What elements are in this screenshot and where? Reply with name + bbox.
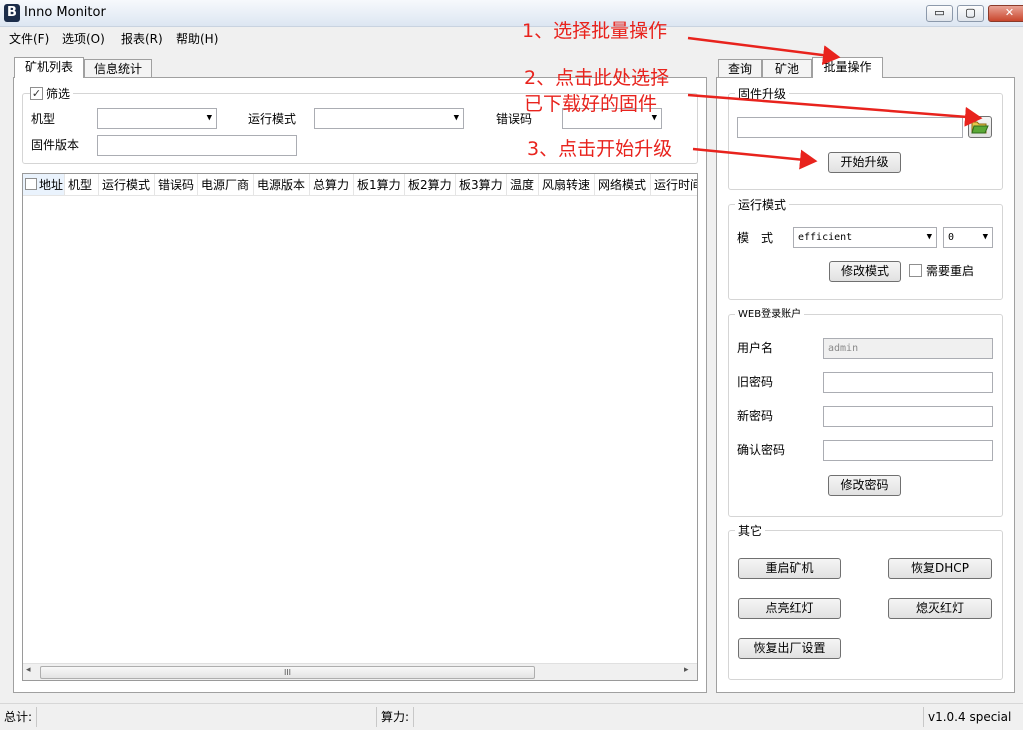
run-mode-filter-select[interactable]: ▼ [314,108,464,129]
start-upgrade-button[interactable]: 开始升级 [828,152,901,173]
filter-checkbox[interactable]: ✓ [30,87,43,100]
column-header-uptime[interactable]: 运行时间 [651,174,697,195]
column-header-board2-hashrate[interactable]: 板2算力 [405,174,456,195]
reboot-miner-button[interactable]: 重启矿机 [738,558,841,579]
column-header-temperature[interactable]: 温度 [507,174,539,195]
new-password-label: 新密码 [737,409,774,423]
need-reboot-checkbox[interactable] [909,264,922,277]
column-header-model[interactable]: 机型 [65,174,99,195]
column-header-board1-hashrate[interactable]: 板1算力 [354,174,405,195]
chevron-down-icon: ▼ [206,113,212,123]
tab-miner-list[interactable]: 矿机列表 [14,57,84,78]
browse-firmware-button[interactable] [968,116,992,138]
total-label: 总计: [4,710,33,724]
firmware-upgrade-group [728,93,1003,190]
menu-bar: 文件(F) 选项(O) 报表(R) 帮助(H) [0,27,1023,47]
chevron-down-icon: ▼ [453,113,459,123]
tab-info-stats[interactable]: 信息统计 [84,59,152,78]
tab-pool[interactable]: 矿池 [762,59,812,78]
mode-select-value: efficient [798,232,853,243]
username-label: 用户名 [737,341,774,355]
tab-query[interactable]: 查询 [718,59,762,78]
annotation-step3: 3、点击开始升级 [527,138,673,160]
mode-select[interactable]: efficient ▼ [793,227,937,248]
window-title: Inno Monitor [24,5,106,20]
old-password-label: 旧密码 [737,375,774,389]
confirm-password-label: 确认密码 [737,443,786,457]
other-title: 其它 [735,523,766,539]
scrollbar-thumb[interactable]: III [40,666,535,679]
model-label: 机型 [31,112,56,126]
horizontal-scrollbar[interactable]: ◂ III ▸ [23,663,697,680]
tab-batch-operation[interactable]: 批量操作 [812,57,883,78]
annotation-step2-line2: 已下载好的固件 [524,93,658,115]
firmware-upgrade-title: 固件升级 [735,86,790,102]
chevron-down-icon: ▼ [926,232,932,242]
column-header-psu-vendor[interactable]: 电源厂商 [198,174,254,195]
status-divider [36,707,37,727]
model-select[interactable]: ▼ [97,108,217,129]
annotation-step1: 1、选择批量操作 [522,20,668,42]
firmware-path-input[interactable] [737,117,963,138]
close-button[interactable]: ✕ [988,5,1023,22]
version-label: v1.0.4 special [928,710,1012,724]
chevron-down-icon: ▼ [982,232,988,242]
column-header-psu-version[interactable]: 电源版本 [254,174,310,195]
menu-reports[interactable]: 报表(R) [121,30,163,47]
column-header-fan-speed[interactable]: 风扇转速 [539,174,595,195]
menu-help[interactable]: 帮助(H) [176,30,218,47]
title-bar: B Inno Monitor ▭ ▢ ✕ [0,0,1023,27]
run-mode-filter-label: 运行模式 [248,112,297,126]
modify-password-button[interactable]: 修改密码 [828,475,901,496]
table-header: 地址 机型 运行模式 错误码 电源厂商 电源版本 总算力 板1算力 板2算力 板… [23,174,697,196]
status-divider [413,707,414,727]
web-account-title: WEB登录账户 [735,307,805,323]
mode-level-value: 0 [948,232,955,243]
menu-options[interactable]: 选项(O) [62,30,105,47]
annotation-step2-line1: 2、点击此处选择 [524,67,670,89]
scroll-left-icon[interactable]: ◂ [26,665,31,675]
confirm-password-input[interactable] [823,440,993,461]
minimize-button[interactable]: ▭ [926,5,953,22]
status-bar: 总计: 算力: v1.0.4 special [0,703,1023,730]
restore-dhcp-button[interactable]: 恢复DHCP [888,558,992,579]
miner-table[interactable] [22,173,698,681]
need-reboot-label: 需要重启 [926,264,975,278]
select-all-checkbox[interactable] [25,178,37,190]
factory-reset-button[interactable]: 恢复出厂设置 [738,638,841,659]
status-divider [376,707,377,727]
column-header-error-code[interactable]: 错误码 [155,174,198,195]
filter-label: 筛选 [43,86,74,102]
old-password-input[interactable] [823,372,993,393]
mode-level-select[interactable]: 0 ▼ [943,227,993,248]
new-password-input[interactable] [823,406,993,427]
firmware-version-label: 固件版本 [31,138,80,152]
light-red-led-button[interactable]: 点亮红灯 [738,598,841,619]
run-mode-title: 运行模式 [735,197,790,213]
column-header-board3-hashrate[interactable]: 板3算力 [456,174,507,195]
mode-label: 模 式 [737,231,774,245]
column-header-network-mode[interactable]: 网络模式 [595,174,651,195]
username-input[interactable]: admin [823,338,993,359]
column-header-run-mode[interactable]: 运行模式 [99,174,155,195]
folder-open-icon [971,121,989,134]
turn-off-red-led-button[interactable]: 熄灭红灯 [888,598,992,619]
status-divider [923,707,924,727]
scroll-right-icon[interactable]: ▸ [684,665,689,675]
menu-file[interactable]: 文件(F) [9,30,49,47]
maximize-button[interactable]: ▢ [957,5,984,22]
modify-mode-button[interactable]: 修改模式 [829,261,901,282]
column-header-total-hashrate[interactable]: 总算力 [310,174,354,195]
firmware-version-input[interactable] [97,135,297,156]
app-logo-icon: B [4,4,20,22]
run-mode-group [728,204,1003,300]
hashrate-label: 算力: [381,710,410,724]
